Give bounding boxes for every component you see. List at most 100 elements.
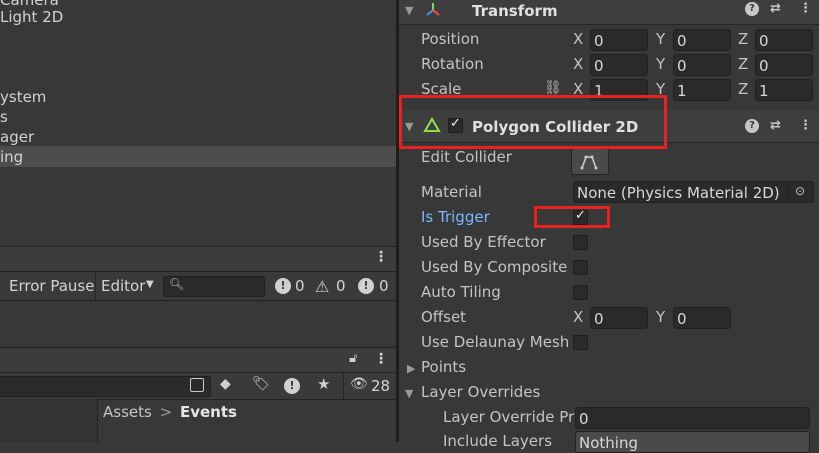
is-trigger-label: Is Trigger <box>421 208 490 226</box>
breadcrumb-current[interactable]: Events <box>180 403 237 421</box>
include-layers-label: Include Layers <box>443 432 553 450</box>
fold-arrow-icon[interactable]: ▼ <box>405 387 413 400</box>
scale-y-field[interactable]: 1 <box>673 79 731 101</box>
error-pause-button[interactable]: Error Pause <box>9 277 94 295</box>
info-count: 0 <box>379 277 389 295</box>
toolbar-divider <box>343 373 344 399</box>
error-icon[interactable]: ! <box>275 278 291 294</box>
material-object-field[interactable]: None (Physics Material 2D) <box>573 181 789 203</box>
breadcrumb-root[interactable]: Assets <box>103 403 152 421</box>
log-filter-icon[interactable]: ! <box>284 378 300 394</box>
axis-x-label[interactable]: X <box>573 30 583 48</box>
used-by-composite-label: Used By Composite <box>421 258 568 276</box>
breadcrumb: Assets > Events <box>103 403 237 421</box>
editor-dropdown[interactable]: Editor <box>101 277 145 295</box>
axis-z-label[interactable]: Z <box>738 55 748 73</box>
hierarchy-item[interactable]: s <box>0 107 8 127</box>
used-by-composite-checkbox[interactable] <box>573 260 588 275</box>
kebab-menu-icon[interactable]: ⋮ <box>799 1 812 16</box>
presets-icon[interactable]: ⇄ <box>770 118 781 133</box>
console-tab-bar: ⋮ <box>0 246 396 272</box>
position-z-field[interactable]: 0 <box>755 29 813 51</box>
layer-override-priority-label: Layer Override Pri <box>443 408 579 426</box>
pane-divider <box>97 399 98 442</box>
project-tab-bar: 🔓︎ ⋮ <box>0 347 396 373</box>
console-search-input[interactable]: 🔍︎ <box>163 276 265 297</box>
constrain-proportions-icon[interactable]: ⛓︎ <box>544 80 562 96</box>
presets-icon[interactable]: ⇄ <box>770 1 781 16</box>
axis-x-label[interactable]: X <box>573 55 583 73</box>
kebab-menu-icon[interactable]: ⋮ <box>374 250 388 264</box>
kebab-menu-icon[interactable]: ⋮ <box>374 352 388 366</box>
highlight-box-collider-header <box>399 95 667 149</box>
edit-collider-label: Edit Collider <box>421 148 512 166</box>
star-icon[interactable]: ★ <box>317 375 330 393</box>
inspector-pane: ▼ Transform ? ⇄ ⋮ Position X 0 Y 0 Z 0 R… <box>399 0 819 453</box>
axis-x-label[interactable]: X <box>573 308 583 326</box>
axis-y-label[interactable]: Y <box>656 30 665 48</box>
position-y-field[interactable]: 0 <box>673 29 731 51</box>
transform-header[interactable]: ▼ Transform ? ⇄ ⋮ <box>399 0 819 25</box>
hierarchy-item[interactable]: Light 2D <box>0 7 63 27</box>
project-toolbar: ◆ 🏷︎ ! ★ 👁︎ 28 <box>0 372 396 400</box>
auto-tiling-label: Auto Tiling <box>421 283 501 301</box>
help-icon[interactable]: ? <box>745 2 759 16</box>
chevron-down-icon: ▼ <box>146 279 154 290</box>
hierarchy-selection <box>0 146 396 167</box>
toolbar-divider <box>95 272 96 300</box>
info-icon[interactable]: ! <box>358 278 374 294</box>
auto-tiling-checkbox[interactable] <box>573 285 588 300</box>
highlight-box-is-trigger <box>534 206 610 228</box>
scale-z-field[interactable]: 1 <box>755 79 813 101</box>
help-icon[interactable]: ? <box>745 119 759 133</box>
rotation-label: Rotation <box>421 55 484 73</box>
offset-label: Offset <box>421 308 467 326</box>
fold-arrow-icon[interactable]: ▶ <box>407 362 415 375</box>
console-toolbar: Error Pause Editor ▼ 🔍︎ ! 0 ⚠ 0 ! 0 <box>0 271 396 301</box>
lock-icon[interactable]: 🔓︎ <box>349 351 357 366</box>
material-label: Material <box>421 183 482 201</box>
axis-y-label[interactable]: Y <box>656 55 665 73</box>
left-pane: Camera Light 2D ystem s ager ing ⋮ Error… <box>0 0 396 442</box>
transform-icon <box>424 1 442 19</box>
use-delaunay-checkbox[interactable] <box>573 335 588 350</box>
rotation-z-field[interactable]: 0 <box>755 54 813 76</box>
include-layers-dropdown[interactable]: Nothing <box>575 431 810 453</box>
edit-collider-button[interactable] <box>571 148 609 175</box>
axis-z-label[interactable]: Z <box>738 80 748 98</box>
warning-count: 0 <box>336 277 346 295</box>
kebab-menu-icon[interactable]: ⋮ <box>799 118 812 133</box>
hierarchy-item[interactable]: ager <box>0 127 34 147</box>
hierarchy-item[interactable]: ing <box>0 147 23 167</box>
rotation-x-field[interactable]: 0 <box>590 54 648 76</box>
used-by-effector-checkbox[interactable] <box>573 235 588 250</box>
search-scope-icon[interactable] <box>190 378 204 392</box>
label-filter-icon[interactable]: 🏷︎ <box>252 376 270 392</box>
error-count: 0 <box>295 277 305 295</box>
project-search-input[interactable] <box>0 376 211 397</box>
axis-y-label[interactable]: Y <box>656 308 665 326</box>
target-icon: ⊙ <box>795 184 806 198</box>
offset-y-field[interactable]: 0 <box>673 307 731 329</box>
fold-arrow-icon[interactable]: ▼ <box>405 4 413 17</box>
axis-z-label[interactable]: Z <box>738 30 748 48</box>
type-filter-icon[interactable]: ◆ <box>220 376 231 392</box>
warning-icon[interactable]: ⚠ <box>315 277 329 296</box>
search-icon: 🔍︎ <box>169 277 185 291</box>
position-label: Position <box>421 30 480 48</box>
points-foldout[interactable]: Points <box>421 358 466 376</box>
breadcrumb-separator: > <box>159 403 173 421</box>
rotation-y-field[interactable]: 0 <box>673 54 731 76</box>
layer-overrides-foldout[interactable]: Layer Overrides <box>421 383 540 401</box>
offset-x-field[interactable]: 0 <box>590 307 648 329</box>
hierarchy-item[interactable]: ystem <box>0 87 46 107</box>
hidden-count: 28 <box>371 377 391 395</box>
position-x-field[interactable]: 0 <box>590 29 648 51</box>
use-delaunay-label: Use Delaunay Mesh <box>421 333 570 351</box>
object-picker-button[interactable]: ⊙ <box>789 181 814 203</box>
layer-override-priority-field[interactable]: 0 <box>575 407 810 429</box>
eye-icon[interactable]: 👁︎ <box>350 376 368 392</box>
project-folder-tree[interactable] <box>0 399 97 442</box>
transform-title: Transform <box>472 2 558 20</box>
edit-collider-icon <box>580 155 598 170</box>
